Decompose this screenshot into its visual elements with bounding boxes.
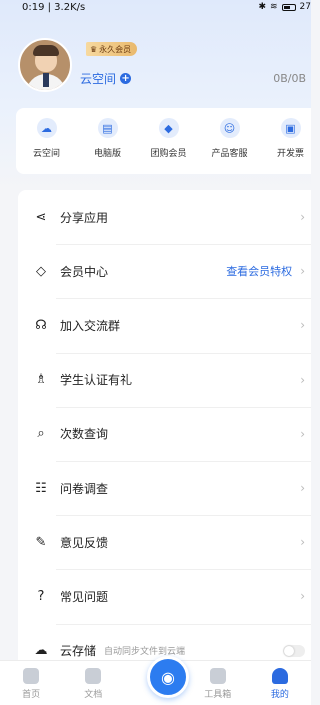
chevron-right-icon: › xyxy=(300,372,305,387)
cloud-upload-icon: ☁ xyxy=(36,118,57,138)
diamond-icon: ◆ xyxy=(158,118,179,138)
menu-item-student-verify[interactable]: ♗ 学生认证有礼 › xyxy=(18,352,311,407)
chevron-right-icon: › xyxy=(300,426,305,441)
tab-documents[interactable]: 文档 xyxy=(62,661,124,705)
toolbox-icon xyxy=(209,668,226,684)
feedback-icon: ✎ xyxy=(35,534,47,550)
cloud-storage-icon: ☁ xyxy=(34,643,48,659)
add-icon[interactable]: + xyxy=(120,73,132,84)
computer-icon: ▤ xyxy=(97,118,118,138)
query-icon: ⌕ xyxy=(37,426,45,442)
wifi-icon: ≋ xyxy=(270,2,278,12)
menu-item-member-center[interactable]: ◇ 会员中心 查看会员特权 › xyxy=(18,244,311,298)
quick-actions: ☁ 云空间 ▤ 电脑版 ◆ 团购会员 ☺ 产品客服 ▣ 开发票 xyxy=(16,108,311,174)
quick-customer-service[interactable]: ☺ 产品客服 xyxy=(199,108,260,174)
cloud-space-link[interactable]: 云空间 + xyxy=(80,70,132,87)
cloud-sync-toggle[interactable] xyxy=(283,644,305,657)
avatar[interactable] xyxy=(18,38,72,92)
settings-menu: ⋖ 分享应用 › ◇ 会员中心 查看会员特权 › ☊ 加入交流群 › ♗ 学生认… xyxy=(18,190,311,665)
camera-icon: ◉ xyxy=(161,667,175,687)
group-icon: ☊ xyxy=(35,317,47,333)
tab-home[interactable]: 首页 xyxy=(0,661,62,705)
storage-usage: 0B/0B xyxy=(273,72,306,85)
menu-item-join-group[interactable]: ☊ 加入交流群 › xyxy=(18,298,311,352)
chat-icon: ☺ xyxy=(219,118,240,138)
quick-desktop-version[interactable]: ▤ 电脑版 xyxy=(77,108,138,174)
status-time: 0:19 | 3.2K/s xyxy=(22,1,86,13)
survey-icon: ☷ xyxy=(35,480,47,496)
chevron-right-icon: › xyxy=(300,318,305,333)
menu-item-faq[interactable]: ? 常见问题 › xyxy=(18,569,311,623)
faq-icon: ? xyxy=(37,588,45,604)
diamond-outline-icon: ◇ xyxy=(36,263,46,279)
tab-toolbox[interactable]: 工具箱 xyxy=(187,661,249,705)
status-bar: 0:19 | 3.2K/s ✱ ≋ 27 xyxy=(0,0,311,14)
battery-icon xyxy=(281,3,296,11)
person-icon xyxy=(271,668,288,684)
battery-level: 27 xyxy=(299,2,311,12)
quick-cloud-space[interactable]: ☁ 云空间 xyxy=(16,108,77,174)
chevron-right-icon: › xyxy=(300,210,305,225)
menu-item-usage-query[interactable]: ⌕ 次数查询 › xyxy=(18,406,311,461)
graduation-cap-icon: ♗ xyxy=(35,372,47,388)
crown-icon: ♛ xyxy=(90,44,98,54)
menu-item-feedback[interactable]: ✎ 意见反馈 › xyxy=(18,515,311,569)
quick-invoice[interactable]: ▣ 开发票 xyxy=(260,108,311,174)
chevron-right-icon: › xyxy=(300,481,305,496)
home-icon xyxy=(23,668,40,684)
tab-mine[interactable]: 我的 xyxy=(249,661,311,705)
quick-group-membership[interactable]: ◆ 团购会员 xyxy=(138,108,199,174)
invoice-icon: ▣ xyxy=(280,118,301,138)
camera-scan-button[interactable]: ◉ xyxy=(147,656,189,698)
menu-item-survey[interactable]: ☷ 问卷调查 › xyxy=(18,460,311,515)
share-icon: ⋖ xyxy=(35,209,47,225)
member-privileges-link[interactable]: 查看会员特权 xyxy=(226,263,292,279)
vip-badge[interactable]: ♛ 永久会员 xyxy=(86,42,138,56)
profile-section: ♛ 永久会员 云空间 + 0B/0B xyxy=(18,38,308,94)
folder-icon xyxy=(85,668,102,684)
bluetooth-icon: ✱ xyxy=(258,2,266,12)
chevron-right-icon: › xyxy=(300,264,305,279)
menu-item-share-app[interactable]: ⋖ 分享应用 › xyxy=(18,190,311,244)
chevron-right-icon: › xyxy=(300,589,305,604)
chevron-right-icon: › xyxy=(300,535,305,550)
